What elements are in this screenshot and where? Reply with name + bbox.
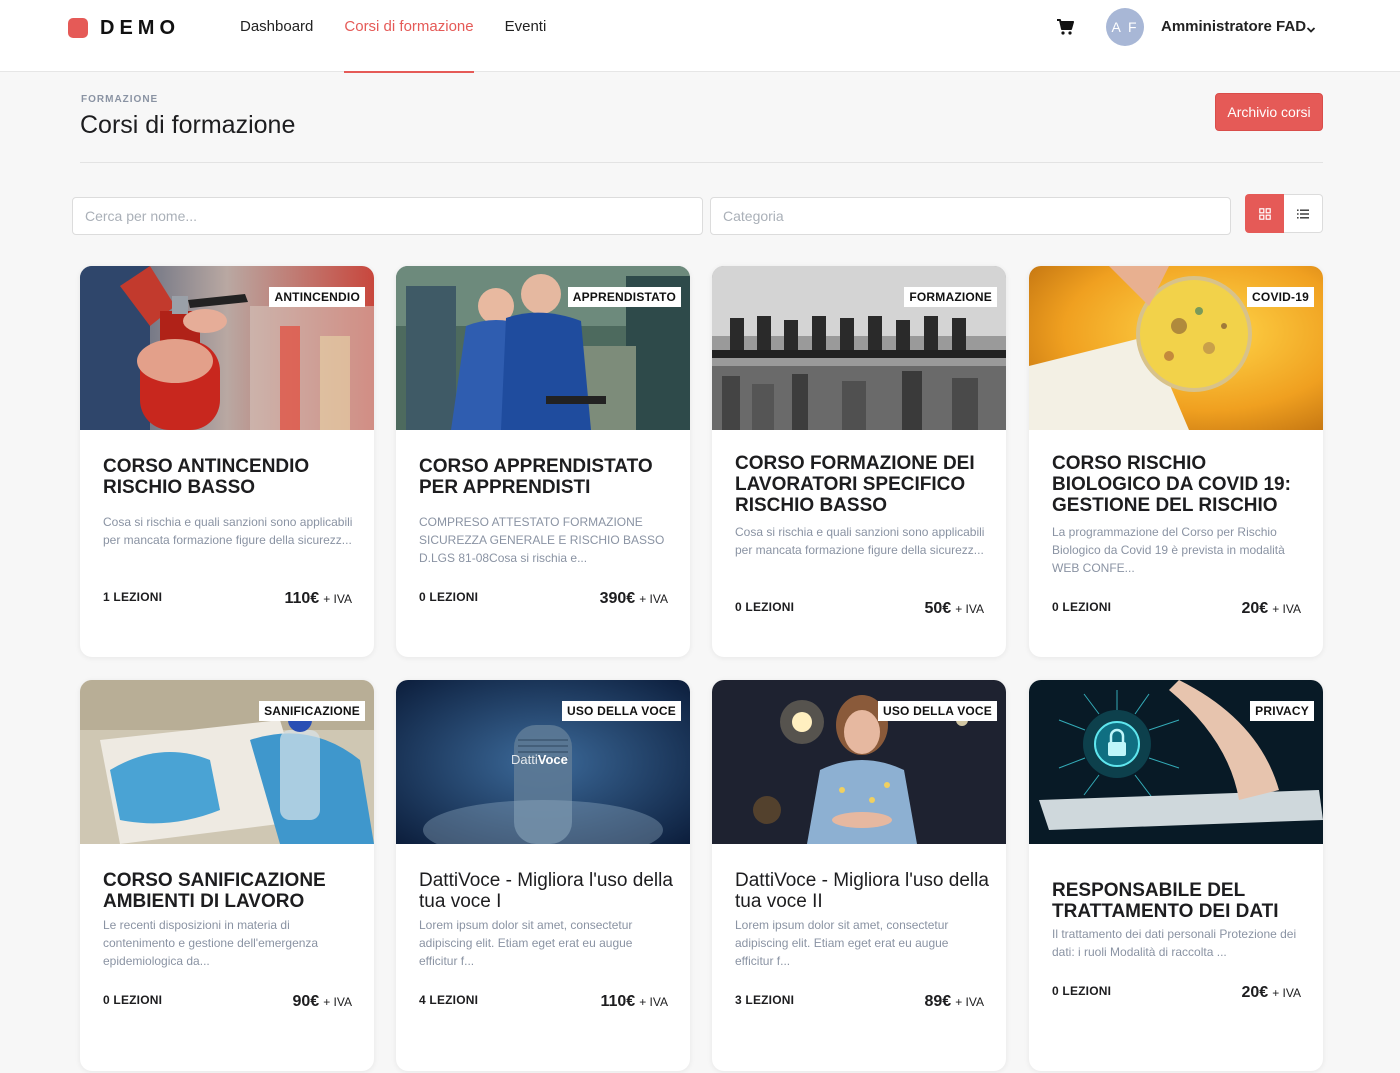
course-title: CORSO FORMAZIONE DEI LAVORATORI SPECIFIC… [735, 453, 975, 516]
course-title: CORSO ANTINCENDIO RISCHIO BASSO [103, 456, 310, 498]
course-price: 89€ + IVA [925, 993, 985, 1011]
category-badge: APPRENDISTATO [567, 287, 681, 307]
archive-courses-button[interactable]: Archivio corsi [1215, 93, 1323, 131]
image-caption: DattiVoce [511, 752, 568, 767]
course-description: Le recenti disposizioni in materia di co… [103, 918, 319, 968]
course-card[interactable]: APPRENDISTATO CORSO APPRENDISTATO PER AP… [396, 266, 690, 657]
cart-icon[interactable] [1056, 18, 1074, 36]
vat-label: + IVA [323, 995, 352, 1009]
lesson-count: 3 LEZIONI [735, 993, 795, 1007]
course-price: 110€ + IVA [284, 590, 352, 608]
lesson-count: 0 LEZIONI [1052, 600, 1112, 614]
page-title: Corsi di formazione [80, 111, 296, 139]
lesson-count: 4 LEZIONI [419, 993, 479, 1007]
course-description: Lorem ipsum dolor sit amet, consectetur … [419, 918, 633, 968]
petri-dish-image: COVID-19 [1029, 266, 1323, 430]
course-price: 110€ + IVA [600, 993, 668, 1011]
search-input[interactable] [72, 197, 703, 235]
course-title: DattiVoce - Migliora l'uso della tua voc… [419, 870, 673, 912]
course-title: DattiVoce - Migliora l'uso della tua voc… [735, 870, 989, 912]
list-view-icon[interactable] [1284, 194, 1323, 233]
nav-item-dashboard[interactable]: Dashboard [240, 0, 313, 72]
course-title: CORSO APPRENDISTATO PER APPRENDISTI [419, 456, 653, 498]
course-card[interactable]: ANTINCENDIO CORSO ANTINCENDIO RISCHIO BA… [80, 266, 374, 657]
course-grid: ANTINCENDIO CORSO ANTINCENDIO RISCHIO BA… [80, 266, 1323, 1071]
course-title: CORSO SANIFICAZIONE AMBIENTI DI LAVORO [103, 870, 326, 912]
top-bar: DEMO Dashboard Corsi di formazione Event… [0, 0, 1400, 73]
course-price: 50€ + IVA [925, 600, 985, 618]
vat-label: + IVA [955, 995, 984, 1009]
course-title: CORSO RISCHIO BIOLOGICO DA COVID 19: GES… [1052, 453, 1291, 516]
category-badge: USO DELLA VOCE [561, 701, 681, 721]
lesson-count: 1 LEZIONI [103, 590, 163, 604]
course-card[interactable]: SANIFICAZIONE CORSO SANIFICAZIONE AMBIEN… [80, 680, 374, 1071]
main-nav: Dashboard Corsi di formazione Eventi [240, 0, 577, 73]
category-badge: COVID-19 [1247, 287, 1314, 307]
vat-label: + IVA [955, 602, 984, 616]
brand-mark [68, 18, 88, 38]
course-description: La programmazione del Corso per Rischio … [1052, 525, 1285, 575]
fire-extinguisher-image: ANTINCENDIO [80, 266, 374, 430]
course-card[interactable]: PRIVACY RESPONSABILE DEL TRATTAMENTO DEI… [1029, 680, 1323, 1071]
grid-view-icon[interactable] [1245, 194, 1284, 233]
course-card[interactable]: USO DELLA VOCE DattiVoce - Migliora l'us… [712, 680, 1006, 1071]
course-card[interactable]: COVID-19 CORSO RISCHIO BIOLOGICO DA COVI… [1029, 266, 1323, 657]
course-price: 20€ + IVA [1242, 600, 1302, 618]
nav-item-eventi[interactable]: Eventi [505, 0, 547, 72]
course-card[interactable]: DattiVoce USO DELLA VOCE DattiVoce - Mig… [396, 680, 690, 1071]
course-title: RESPONSABILE DEL TRATTAMENTO DEI DATI [1052, 880, 1279, 922]
header-divider [80, 162, 1323, 163]
lesson-count: 0 LEZIONI [1052, 984, 1112, 998]
course-description: Cosa si rischia e quali sanzioni sono ap… [103, 515, 353, 547]
course-price: 20€ + IVA [1242, 984, 1302, 1002]
vat-label: + IVA [1272, 986, 1301, 1000]
course-description: COMPRESO ATTESTATO FORMAZIONE SICUREZZA … [419, 515, 665, 565]
course-price: 390€ + IVA [600, 590, 668, 608]
category-badge: SANIFICAZIONE [259, 701, 365, 721]
view-toggle [1245, 194, 1323, 233]
price-value: 89€ [924, 993, 952, 1010]
lesson-count: 0 LEZIONI [419, 590, 479, 604]
lesson-count: 0 LEZIONI [103, 993, 163, 1007]
workers-on-beam-image: FORMAZIONE [712, 266, 1006, 430]
category-badge: ANTINCENDIO [269, 287, 365, 307]
price-value: 20€ [1241, 600, 1269, 617]
course-description: Cosa si rischia e quali sanzioni sono ap… [735, 525, 985, 557]
vat-label: + IVA [639, 995, 668, 1009]
price-value: 90€ [292, 993, 320, 1010]
user-avatar[interactable]: A F [1106, 8, 1144, 46]
image-caption-bold: Voce [537, 752, 568, 767]
category-badge: FORMAZIONE [904, 287, 997, 307]
price-value: 110€ [600, 993, 636, 1010]
chevron-down-icon[interactable] [1306, 22, 1316, 33]
nav-item-corsi[interactable]: Corsi di formazione [344, 0, 474, 73]
price-value: 390€ [599, 590, 636, 607]
price-value: 110€ [284, 590, 320, 607]
user-name[interactable]: Amministratore FAD [1161, 18, 1306, 35]
course-price: 90€ + IVA [293, 993, 353, 1011]
brand-name: DEMO [100, 16, 180, 39]
category-badge: USO DELLA VOCE [877, 701, 997, 721]
vat-label: + IVA [639, 592, 668, 606]
price-value: 50€ [924, 600, 952, 617]
brand-logo[interactable]: DEMO [68, 16, 180, 39]
category-select[interactable] [710, 197, 1231, 235]
category-badge: PRIVACY [1250, 701, 1314, 721]
workshop-image: APPRENDISTATO [396, 266, 690, 430]
image-caption-light: Datti [511, 752, 538, 767]
course-description: Lorem ipsum dolor sit amet, consectetur … [735, 918, 949, 968]
price-value: 20€ [1241, 984, 1269, 1001]
speaker-woman-image: USO DELLA VOCE [712, 680, 1006, 844]
course-description: Il trattamento dei dati personali Protez… [1052, 927, 1297, 959]
digital-lock-image: PRIVACY [1029, 680, 1323, 844]
microphone-image: DattiVoce USO DELLA VOCE [396, 680, 690, 844]
course-card[interactable]: FORMAZIONE CORSO FORMAZIONE DEI LAVORATO… [712, 266, 1006, 657]
breadcrumb: FORMAZIONE [81, 94, 159, 105]
vat-label: + IVA [323, 592, 352, 606]
vat-label: + IVA [1272, 602, 1301, 616]
lesson-count: 0 LEZIONI [735, 600, 795, 614]
sanitizing-image: SANIFICAZIONE [80, 680, 374, 844]
